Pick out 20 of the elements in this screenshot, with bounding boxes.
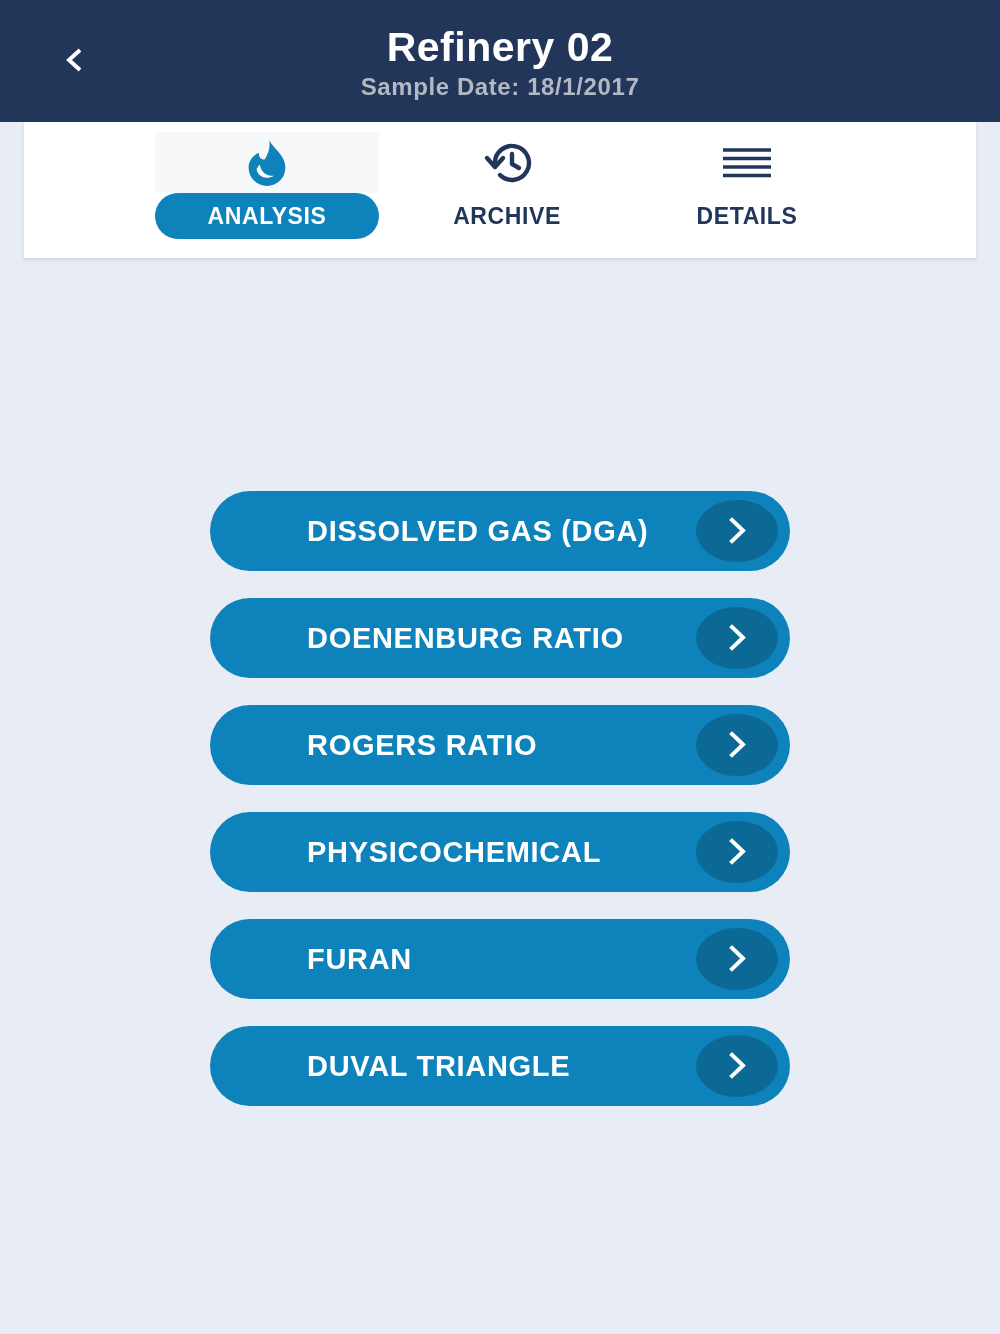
analysis-button[interactable]: DOENENBURG RATIO: [210, 598, 790, 678]
analysis-button[interactable]: FURAN: [210, 919, 790, 999]
tab[interactable]: ANALYSIS: [151, 132, 383, 258]
back-button[interactable]: [64, 47, 84, 73]
analysis-button[interactable]: ROGERS RATIO: [210, 705, 790, 785]
menu-lines-icon: [723, 147, 771, 178]
analysis-button[interactable]: PHYSICOCHEMICAL: [210, 812, 790, 892]
chevron-right-icon: [696, 821, 778, 883]
chevron-right-icon: [696, 607, 778, 669]
screen-title: Refinery 02: [386, 24, 614, 70]
chevron-right-icon: [696, 1035, 778, 1097]
sample-date: Sample Date: 18/1/2017: [360, 72, 640, 102]
tab[interactable]: ARCHIVE: [391, 132, 623, 258]
chevron-right-icon: [696, 500, 778, 562]
tab[interactable]: DETAILS: [631, 132, 863, 258]
analysis-button[interactable]: DUVAL TRIANGLE: [210, 1026, 790, 1106]
chevron-right-icon: [696, 928, 778, 990]
chevron-left-icon: [64, 47, 84, 73]
chevron-right-icon: [696, 714, 778, 776]
analysis-button[interactable]: DISSOLVED GAS (DGA): [210, 491, 790, 571]
